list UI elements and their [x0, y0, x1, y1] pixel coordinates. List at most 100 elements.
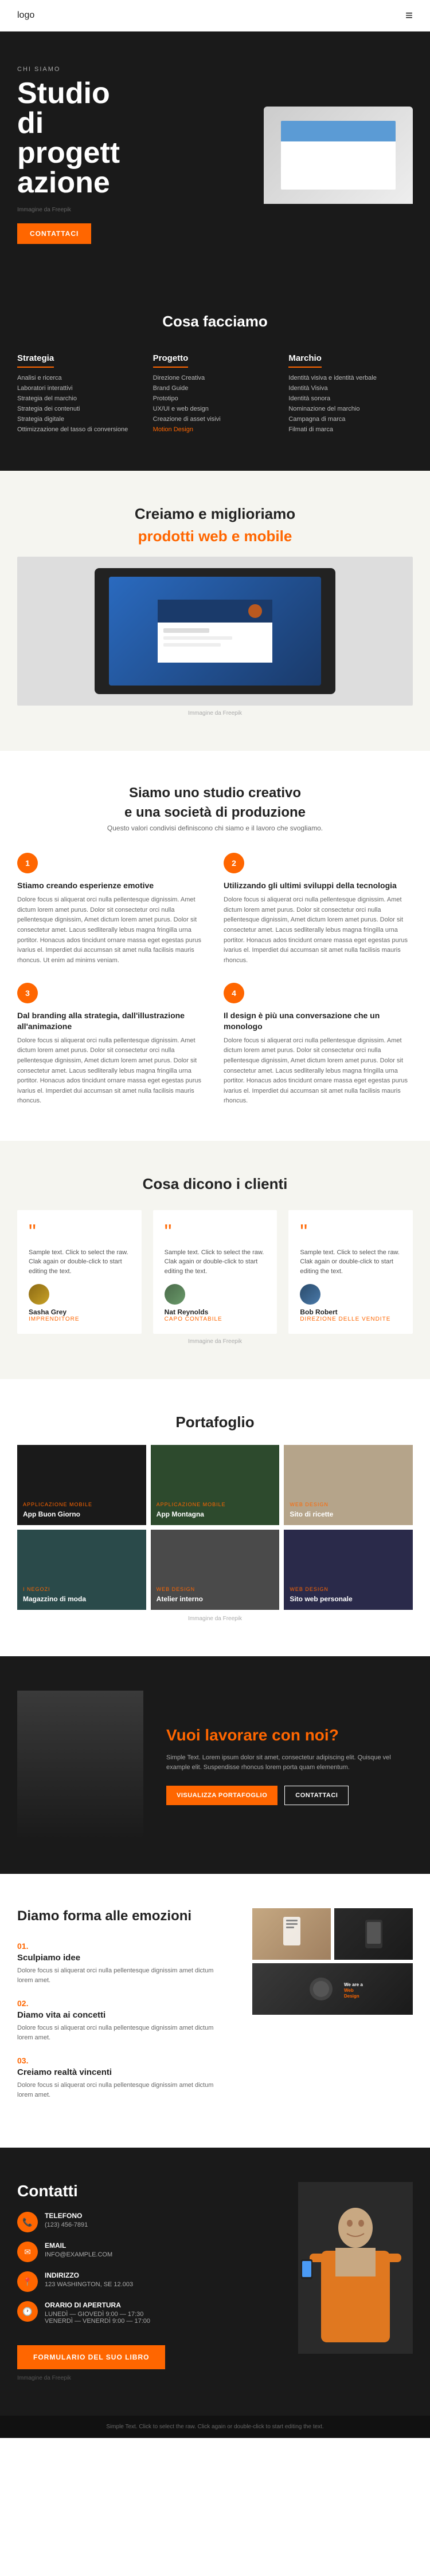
studio-number-2: 2 — [224, 853, 244, 873]
studio-item-1: 1 Stiamo creando esperienze emotive Dolo… — [17, 853, 206, 966]
forma-step-text-2: Dolore focus si aliquerat orci nulla pel… — [17, 2023, 229, 2042]
avatar-2 — [165, 1284, 185, 1305]
portfolio-name-6: Sito web personale — [290, 1595, 352, 1603]
marchio-title: Marchio — [288, 353, 322, 368]
studio-items-grid: 1 Stiamo creando esperienze emotive Dolo… — [17, 853, 413, 1106]
contatti-section: Contatti 📞 TELEFONO (123) 456-7891 ✉ EMA… — [0, 2148, 430, 2416]
portfolio-tag-6: WEB DESIGN — [290, 1586, 352, 1592]
cta-title-text: Vuoi lavorare con noi? — [166, 1726, 339, 1744]
list-item: Strategia del marchio — [17, 395, 142, 402]
cta-text: Simple Text. Lorem ipsum dolor sit amet,… — [166, 1753, 413, 1773]
portfolio-tag-2: APPLICAZIONE MOBILE — [157, 1502, 226, 1507]
testimonials-title: Cosa dicono i clienti — [17, 1175, 413, 1193]
hours-icon: 🕐 — [17, 2301, 38, 2322]
list-item: Identità Visiva — [288, 385, 413, 392]
studio-item-3: 3 Dal branding alla strategia, dall'illu… — [17, 983, 206, 1106]
list-item: Identità visiva e identità verbale — [288, 375, 413, 381]
svg-text:We are a: We are a — [344, 1982, 363, 1987]
studio-item-text-1: Dolore focus si aliquerat orci nulla pel… — [17, 895, 206, 966]
hero-section: CHI SIAMO Studiodiprogettazione Immagine… — [0, 31, 430, 278]
list-item: Ottimizzazione del tasso di conversione — [17, 426, 142, 433]
studio-number-1: 1 — [17, 853, 38, 873]
studio-item-text-2: Dolore focus si aliquerat orci nulla pel… — [224, 895, 413, 966]
testimonial-1: " Sample text. Click to select the raw. … — [17, 1210, 142, 1334]
list-item orange: Motion Design — [153, 426, 277, 433]
creiamo-image — [17, 557, 413, 706]
portfolio-title: Portafoglio — [17, 1413, 413, 1431]
testimonials-credit: Immagine da Freepik — [17, 1338, 413, 1345]
cta-portfolio-button[interactable]: VISUALIZZA PORTAFOGLIO — [166, 1786, 277, 1805]
portfolio-grid: APPLICAZIONE MOBILE App Buon Giorno APPL… — [17, 1445, 413, 1610]
cta-content: Vuoi lavorare con noi? Simple Text. Lore… — [166, 1726, 413, 1805]
contatti-left: Contatti 📞 TELEFONO (123) 456-7891 ✉ EMA… — [17, 2182, 275, 2381]
studio-item-title-1: Stiamo creando esperienze emotive — [17, 880, 206, 891]
portfolio-tag-4: I NEGOZI — [23, 1586, 86, 1592]
forma-img-grid: We are a Web Design — [252, 1908, 413, 2015]
forma-img-3: We are a Web Design — [252, 1963, 413, 2015]
contatti-btn[interactable]: FORMULARIO DEL SUO LIBRO — [17, 2345, 165, 2369]
hero-img-credit: Immagine da Freepik — [17, 207, 201, 213]
email-icon: ✉ — [17, 2242, 38, 2262]
address-info: INDIRIZZO 123 WASHINGTON, SE 12.003 — [45, 2271, 133, 2288]
email-label: EMAIL — [45, 2242, 112, 2250]
portfolio-section: Portafoglio APPLICAZIONE MOBILE App Buon… — [0, 1379, 430, 1656]
forma-step-2: 02. Diamo vita ai concetti Dolore focus … — [17, 1999, 229, 2042]
cta-contact-button[interactable]: CONTATTACI — [284, 1786, 349, 1805]
forma-step-text-3: Dolore focus si aliquerat orci nulla pel… — [17, 2081, 229, 2100]
list-item: Prototipo — [153, 395, 277, 402]
portfolio-item-4[interactable]: I NEGOZI Magazzino di moda — [17, 1530, 146, 1610]
creiamo-title: Creiamo e miglioriamo — [17, 505, 413, 523]
contatti-hours: 🕐 ORARIO DI APERTURA LUNEDÌ — GIOVEDÌ 9:… — [17, 2301, 275, 2325]
progetto-list: Direzione Creativa Brand Guide Prototipo… — [153, 375, 277, 433]
quote-icon-1: " — [29, 1222, 130, 1242]
portfolio-item-1[interactable]: APPLICAZIONE MOBILE App Buon Giorno — [17, 1445, 146, 1525]
portfolio-name-2: App Montagna — [157, 1510, 204, 1518]
portfolio-name-3: Sito di ricette — [290, 1510, 333, 1518]
phone-value: (123) 456-7891 — [45, 2221, 88, 2228]
studio-number-3: 3 — [17, 983, 38, 1003]
cta-buttons: VISUALIZZA PORTAFOGLIO CONTATTACI — [166, 1786, 413, 1805]
testimonial-role-2: CAPO CONTABILE — [165, 1316, 266, 1322]
testimonial-name-2: Nat Reynolds — [165, 1308, 266, 1316]
testimonial-3: " Sample text. Click to select the raw. … — [288, 1210, 413, 1334]
creiamo-subtitle: prodotti web e mobile — [17, 527, 413, 545]
contatti-credit: Immagine da Freepik — [17, 2375, 275, 2381]
strategia-list: Analisi e ricerca Laboratori interattivi… — [17, 375, 142, 433]
list-item: Laboratori interattivi — [17, 385, 142, 392]
strategia-title: Strategia — [17, 353, 54, 368]
hours-label: ORARIO DI APERTURA — [45, 2301, 150, 2309]
list-item: Creazione di asset visivi — [153, 416, 277, 423]
forma-img-svg-2 — [359, 1914, 388, 1954]
svg-text:Web: Web — [344, 1988, 354, 1993]
forma-title: Diamo forma alle emozioni — [17, 1908, 229, 1924]
list-item: Campagna di marca — [288, 416, 413, 423]
forma-step-num-3: 03. — [17, 2056, 229, 2065]
cosa-facciamo-title: Cosa facciamo — [17, 313, 413, 330]
navbar: logo ≡ — [0, 0, 430, 31]
address-value: 123 WASHINGTON, SE 12.003 — [45, 2281, 133, 2288]
studio-item-text-3: Dolore focus si aliquerat orci nulla pel… — [17, 1036, 206, 1106]
portfolio-item-3[interactable]: WEB DESIGN Sito di ricette — [284, 1445, 413, 1525]
footer: Simple Text. Click to select the raw. Cl… — [0, 2416, 430, 2438]
studio-section: Siamo uno studio creativo e una società … — [0, 751, 430, 1141]
creiamo-credit: Immagine da Freepik — [17, 710, 413, 716]
studio-number-4: 4 — [224, 983, 244, 1003]
forma-img-1 — [252, 1908, 331, 1960]
testimonial-text-2: Sample text. Click to select the raw. Cl… — [165, 1248, 266, 1277]
forma-step-text-1: Dolore focus si aliquerat orci nulla pel… — [17, 1966, 229, 1985]
contatti-person-svg — [298, 2182, 413, 2354]
forma-step-title-1: Sculpiamo idee — [17, 1953, 229, 1963]
contatti-address: 📍 INDIRIZZO 123 WASHINGTON, SE 12.003 — [17, 2271, 275, 2292]
nav-logo[interactable]: logo — [17, 10, 34, 21]
portfolio-name-1: App Buon Giorno — [23, 1510, 80, 1518]
hero-title: Studiodiprogettazione — [17, 78, 201, 198]
portfolio-item-6[interactable]: WEB DESIGN Sito web personale — [284, 1530, 413, 1610]
portfolio-item-2[interactable]: APPLICAZIONE MOBILE App Montagna — [151, 1445, 280, 1525]
portfolio-item-5[interactable]: WEB DESIGN Atelier interno — [151, 1530, 280, 1610]
hero-cta-button[interactable]: CONTATTACI — [17, 223, 91, 244]
studio-item-4: 4 Il design è più una conversazione che … — [224, 983, 413, 1106]
studio-item-title-4: Il design è più una conversazione che un… — [224, 1010, 413, 1031]
forma-step-3: 03. Creiamo realtà vincenti Dolore focus… — [17, 2056, 229, 2100]
forma-section: Diamo forma alle emozioni 01. Sculpiamo … — [0, 1874, 430, 2148]
nav-menu-icon[interactable]: ≡ — [405, 8, 413, 23]
